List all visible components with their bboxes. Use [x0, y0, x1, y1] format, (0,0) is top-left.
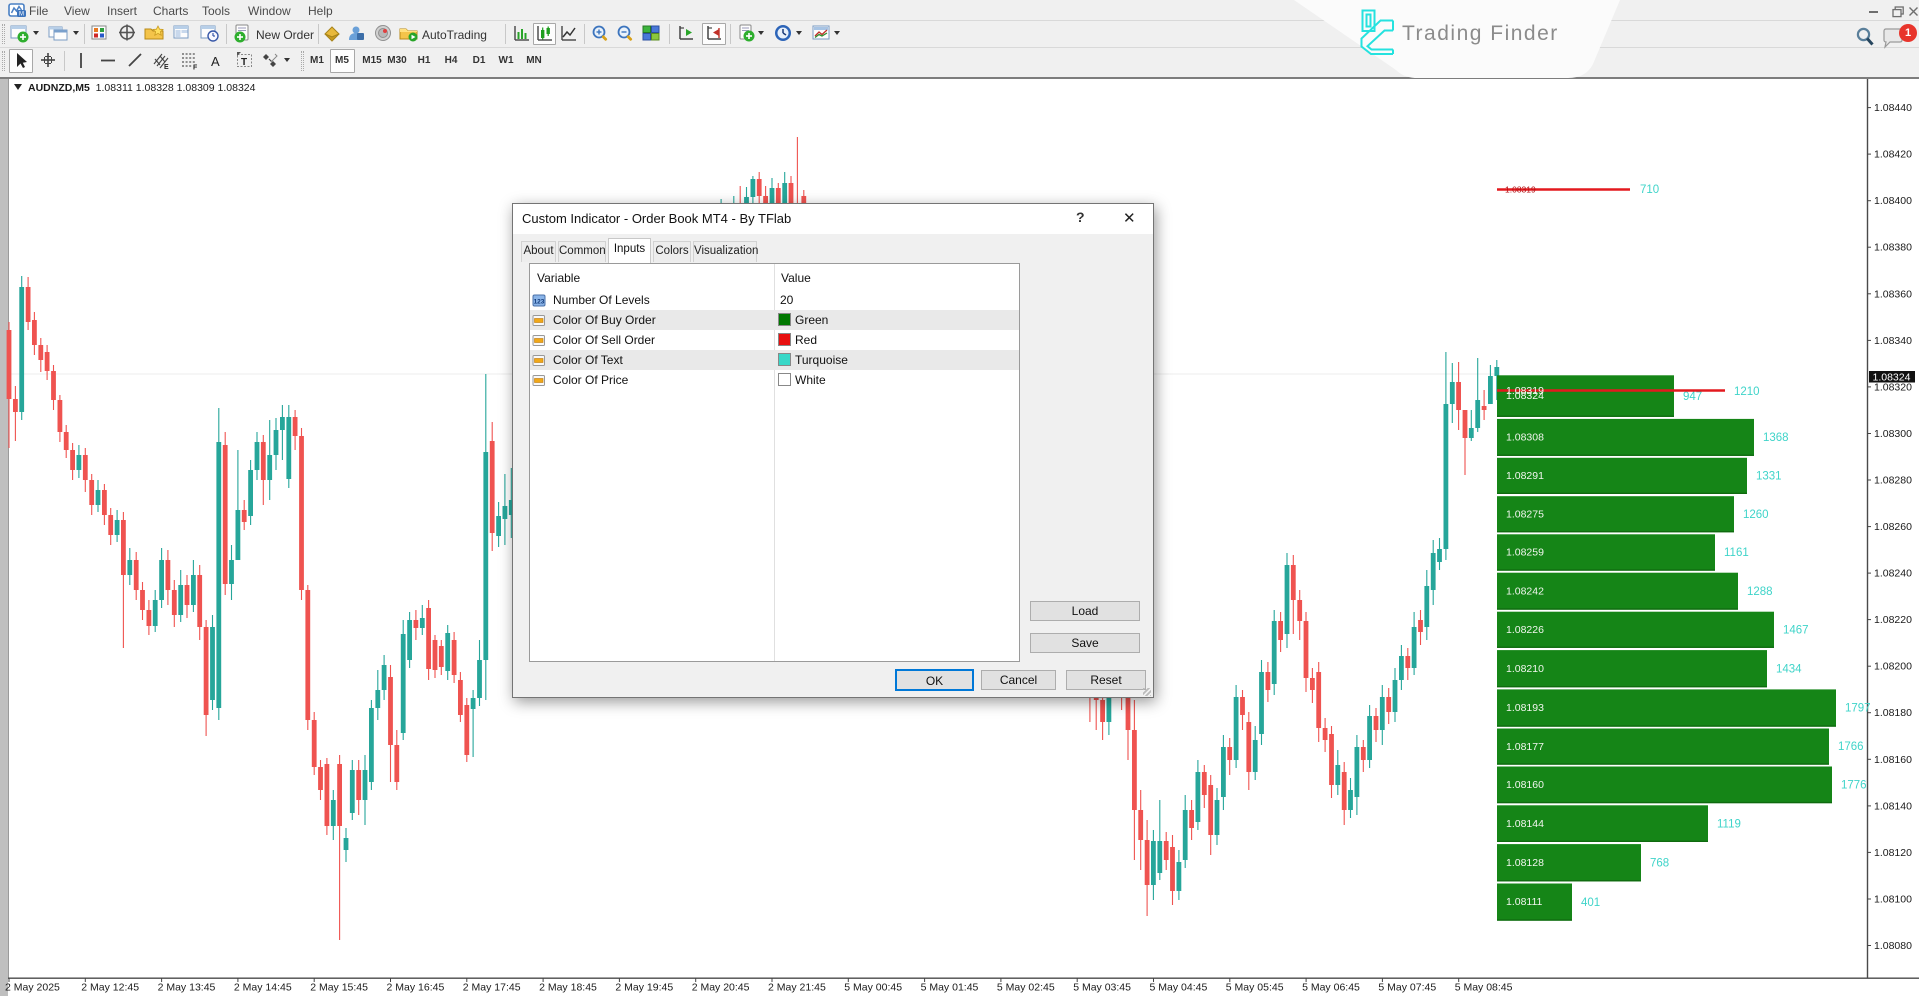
svg-text:1797: 1797 [1845, 703, 1871, 715]
svg-text:1210: 1210 [1734, 386, 1760, 398]
svg-text:1.08100: 1.08100 [1874, 894, 1912, 906]
svg-text:2 May 16:45: 2 May 16:45 [387, 982, 445, 994]
svg-text:1.08140: 1.08140 [1874, 800, 1912, 812]
svg-text:1.08291: 1.08291 [1506, 470, 1544, 482]
svg-text:1288: 1288 [1747, 586, 1773, 598]
svg-text:1260: 1260 [1743, 509, 1769, 521]
svg-text:1.08260: 1.08260 [1874, 521, 1912, 533]
svg-text:1.08120: 1.08120 [1874, 847, 1912, 859]
svg-text:1.08275: 1.08275 [1506, 508, 1544, 520]
svg-text:2 May 18:45: 2 May 18:45 [539, 982, 597, 994]
svg-text:1.08160: 1.08160 [1506, 779, 1544, 791]
svg-text:1331: 1331 [1756, 471, 1782, 483]
svg-text:5 May 08:45: 5 May 08:45 [1455, 982, 1513, 994]
svg-text:1.08160: 1.08160 [1874, 754, 1912, 766]
svg-text:1.08180: 1.08180 [1874, 707, 1912, 719]
svg-text:F: F [193, 65, 198, 72]
svg-text:1.08193: 1.08193 [1506, 702, 1544, 714]
svg-text:2 May 2025: 2 May 2025 [5, 982, 60, 994]
svg-text:1.08080: 1.08080 [1874, 940, 1912, 952]
svg-text:2 May 20:45: 2 May 20:45 [692, 982, 750, 994]
svg-text:5 May 02:45: 5 May 02:45 [997, 982, 1055, 994]
svg-text:5 May 03:45: 5 May 03:45 [1073, 982, 1131, 994]
svg-text:1368: 1368 [1763, 432, 1789, 444]
svg-text:1.08324: 1.08324 [1873, 372, 1911, 384]
svg-text:1.08144: 1.08144 [1506, 818, 1544, 830]
svg-text:1161: 1161 [1724, 547, 1749, 559]
svg-text:1776: 1776 [1841, 780, 1867, 792]
svg-text:1.08220: 1.08220 [1874, 614, 1912, 626]
svg-text:5 May 06:45: 5 May 06:45 [1302, 982, 1360, 994]
svg-text:2 May 17:45: 2 May 17:45 [463, 982, 521, 994]
svg-text:5 May 05:45: 5 May 05:45 [1226, 982, 1284, 994]
svg-text:1.08111: 1.08111 [1506, 896, 1543, 908]
svg-text:2 May 13:45: 2 May 13:45 [158, 982, 216, 994]
svg-text:1.08242: 1.08242 [1506, 585, 1544, 597]
svg-text:1.08308: 1.08308 [1506, 432, 1544, 444]
svg-text:1.08280: 1.08280 [1874, 475, 1912, 487]
svg-text:1.08177: 1.08177 [1506, 741, 1544, 753]
svg-text:123: 123 [534, 299, 545, 306]
svg-text:1.08240: 1.08240 [1874, 568, 1912, 580]
svg-text:1.08420: 1.08420 [1874, 149, 1912, 161]
svg-text:947: 947 [1683, 391, 1702, 403]
svg-text:1.08400: 1.08400 [1874, 195, 1912, 207]
svg-text:2 May 21:45: 2 May 21:45 [768, 982, 826, 994]
svg-text:2 May 14:45: 2 May 14:45 [234, 982, 292, 994]
svg-text:E: E [164, 64, 169, 71]
svg-text:M: M [19, 12, 24, 18]
svg-text:401: 401 [1581, 897, 1600, 909]
svg-text:1.08340: 1.08340 [1874, 335, 1912, 347]
svg-text:1.08440: 1.08440 [1874, 102, 1912, 114]
svg-text:5 May 01:45: 5 May 01:45 [921, 982, 979, 994]
svg-text:1119: 1119 [1717, 818, 1741, 830]
svg-text:768: 768 [1650, 857, 1669, 869]
svg-text:1.08259: 1.08259 [1506, 547, 1544, 559]
svg-text:5 May 04:45: 5 May 04:45 [1150, 982, 1208, 994]
svg-text:1.08319: 1.08319 [1506, 385, 1544, 397]
svg-text:2 May 19:45: 2 May 19:45 [615, 982, 673, 994]
svg-text:1.08300: 1.08300 [1874, 428, 1912, 440]
svg-text:T: T [241, 57, 247, 68]
svg-text:1.08380: 1.08380 [1874, 242, 1912, 254]
svg-text:710: 710 [1640, 184, 1659, 196]
svg-text:2 May 15:45: 2 May 15:45 [310, 982, 368, 994]
svg-text:1766: 1766 [1838, 741, 1864, 753]
svg-text:1.08210: 1.08210 [1506, 663, 1544, 675]
svg-text:1467: 1467 [1783, 625, 1809, 637]
svg-text:1.08200: 1.08200 [1874, 661, 1912, 673]
svg-text:1.08360: 1.08360 [1874, 288, 1912, 300]
svg-text:2 May 12:45: 2 May 12:45 [81, 982, 139, 994]
svg-text:1.08319: 1.08319 [1505, 185, 1536, 195]
svg-text:5 May 00:45: 5 May 00:45 [844, 982, 902, 994]
svg-text:1.08226: 1.08226 [1506, 624, 1544, 636]
svg-text:5 May 07:45: 5 May 07:45 [1378, 982, 1436, 994]
svg-text:1434: 1434 [1776, 663, 1802, 675]
svg-text:1.08128: 1.08128 [1506, 857, 1544, 869]
